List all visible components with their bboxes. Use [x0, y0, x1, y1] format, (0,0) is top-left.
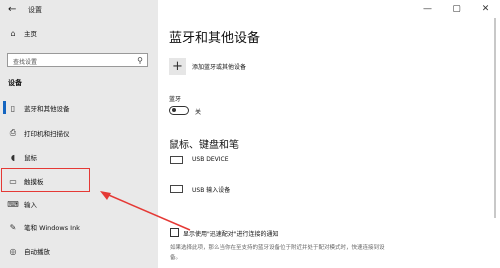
- annotation-arrow-line: [103, 192, 191, 231]
- annotation-arrow: [100, 191, 191, 231]
- annotation-arrow-head: [100, 191, 111, 200]
